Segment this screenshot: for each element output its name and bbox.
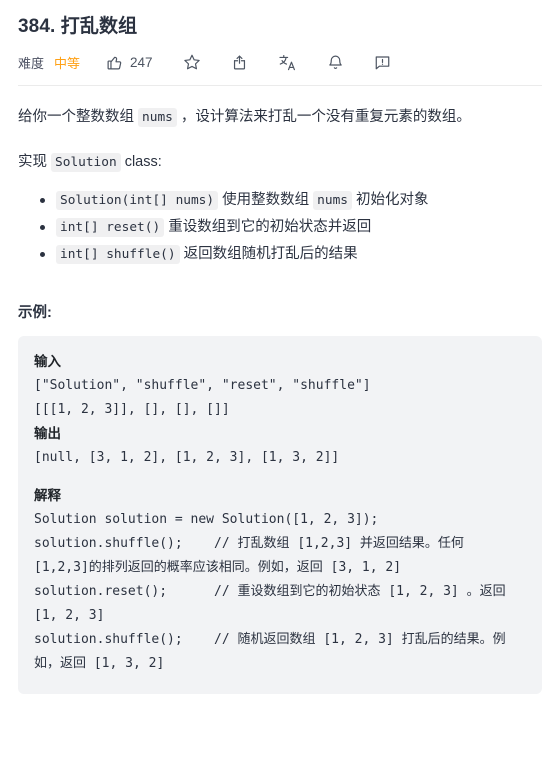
method-signature-constructor: Solution(int[] nums) xyxy=(56,191,219,210)
report-icon xyxy=(374,54,391,71)
method-list: Solution(int[] nums) 使用整数数组 nums 初始化对象 i… xyxy=(18,188,542,267)
problem-meta-row: 难度 中等 247 xyxy=(18,45,542,79)
intro-text-b: ，设计算法来打乱一个没有重复元素的数组。 xyxy=(176,109,471,125)
example-heading: 示例: xyxy=(18,305,52,321)
share-icon xyxy=(231,54,248,71)
list-item: int[] reset() 重设数组到它的初始状态并返回 xyxy=(40,215,542,240)
problem-number: 384. xyxy=(18,16,56,37)
method-desc-shuffle: 返回数组随机打乱后的结果 xyxy=(179,246,358,262)
method-signature-reset: int[] reset() xyxy=(56,218,165,237)
inline-code-nums-2: nums xyxy=(313,191,352,210)
explain-label: 解释 xyxy=(34,488,61,504)
like-count: 247 xyxy=(130,54,153,70)
list-item: Solution(int[] nums) 使用整数数组 nums 初始化对象 xyxy=(40,188,542,213)
page-title: 384. 打乱数组 xyxy=(18,14,542,40)
translate-icon xyxy=(278,53,297,72)
bell-icon xyxy=(327,54,344,71)
description-implement: 实现 Solution class: xyxy=(18,149,542,176)
implement-text-b: class: xyxy=(120,154,162,170)
thumbs-up-icon xyxy=(106,54,123,71)
code-block-spacer xyxy=(34,470,526,484)
difficulty-badge[interactable]: 中等 xyxy=(54,53,80,72)
example-code-block: 输入 ["Solution", "shuffle", "reset", "shu… xyxy=(18,336,542,694)
like-button[interactable]: 247 xyxy=(106,54,153,71)
difficulty-label: 难度 xyxy=(18,55,45,71)
favorite-button[interactable] xyxy=(183,53,201,71)
action-icon-group: 247 xyxy=(106,53,391,72)
star-icon xyxy=(183,53,201,71)
problem-page: 384. 打乱数组 难度 中等 247 给你一个整数数组 nums ，设计算法来… xyxy=(0,14,560,694)
intro-text-a: 给你一个整数数组 xyxy=(18,109,139,125)
output-label: 输出 xyxy=(34,426,61,442)
description-intro: 给你一个整数数组 nums ，设计算法来打乱一个没有重复元素的数组。 xyxy=(18,104,542,131)
inline-code-solution: Solution xyxy=(51,153,121,172)
translate-button[interactable] xyxy=(278,53,297,72)
notification-button[interactable] xyxy=(327,54,344,71)
inline-code-nums: nums xyxy=(138,108,177,127)
output-line-1: [null, [3, 1, 2], [1, 2, 3], [1, 3, 2]] xyxy=(34,450,340,465)
report-button[interactable] xyxy=(374,54,391,71)
share-button[interactable] xyxy=(231,54,248,71)
input-label: 输入 xyxy=(34,354,61,370)
method-desc-b: 初始化对象 xyxy=(351,192,429,208)
header-divider xyxy=(18,85,542,86)
method-signature-shuffle: int[] shuffle() xyxy=(56,245,180,264)
input-line-1: ["Solution", "shuffle", "reset", "shuffl… xyxy=(34,378,371,393)
implement-text-a: 实现 xyxy=(18,154,52,170)
explain-body: Solution solution = new Solution([1, 2, … xyxy=(34,512,506,671)
problem-title-text: 打乱数组 xyxy=(60,16,138,37)
list-item: int[] shuffle() 返回数组随机打乱后的结果 xyxy=(40,242,542,267)
input-line-2: [[[1, 2, 3]], [], [], []] xyxy=(34,402,230,417)
method-desc-reset: 重设数组到它的初始状态并返回 xyxy=(164,219,372,235)
method-desc-a: 使用整数数组 xyxy=(218,192,314,208)
